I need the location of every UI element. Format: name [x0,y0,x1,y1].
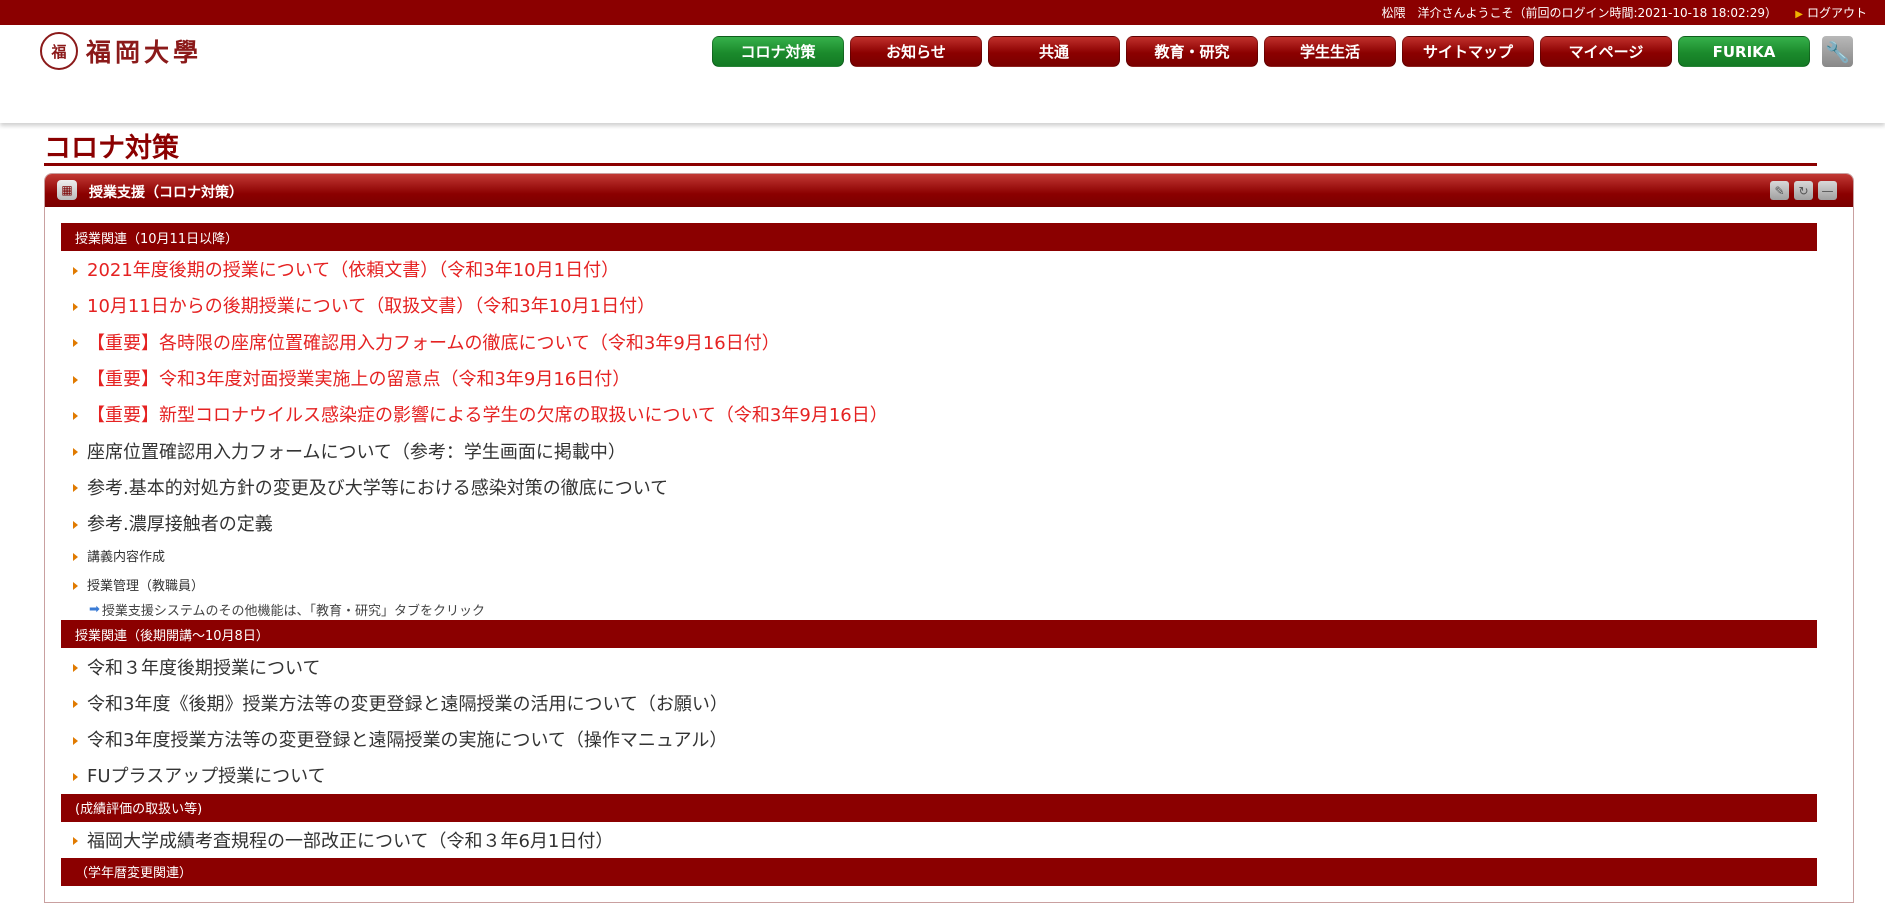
main-nav: コロナ対策 お知らせ 共通 教育・研究 学生生活 サイトマップ マイページ FU… [712,36,1816,67]
link[interactable]: 座席位置確認用入力フォームについて（参考：学生画面に掲載中） [87,438,626,464]
bullet-arrow-icon [73,772,78,781]
list-item: 2021年度後期の授業について（依頼文書）（令和3年10月1日付） [61,251,1817,287]
bullet-arrow-icon [73,302,78,311]
top-bar: 松隈 洋介さんようこそ（前回のログイン時間:2021-10-18 18:02:2… [0,0,1885,25]
university-logo[interactable]: 福 福岡大學 [40,31,202,71]
header: 福 福岡大學 コロナ対策 お知らせ 共通 教育・研究 学生生活 サイトマップ マ… [0,25,1885,123]
link[interactable]: 【重要】新型コロナウイルス感染症の影響による学生の欠席の取扱いについて（令和3年… [87,401,888,427]
welcome-message: 松隈 洋介さんようこそ（前回のログイン時間:2021-10-18 18:02:2… [1381,6,1778,20]
list-item: 令和3年度《後期》授業方法等の変更登録と遠隔授業の活用について（お願い） [61,685,1817,721]
section-header: 授業関連（10月11日以降） [61,223,1817,251]
nav-corona[interactable]: コロナ対策 [712,36,844,67]
minimize-icon[interactable]: — [1818,181,1837,200]
nav-news[interactable]: お知らせ [850,36,982,67]
list-item: 【重要】新型コロナウイルス感染症の影響による学生の欠席の取扱いについて（令和3年… [61,396,1817,432]
bullet-arrow-icon [73,553,78,562]
logo-name: 福岡大學 [86,38,203,67]
bullet-arrow-icon [73,736,78,745]
wrench-icon[interactable]: ✎ [1770,181,1789,200]
list-item: 参考.基本的対処方針の変更及び大学等における感染対策の徹底について [61,469,1817,505]
bullet-arrow-icon [73,448,78,457]
link[interactable]: FUプラスアップ授業について [87,762,326,788]
bullet-arrow-icon [73,375,78,384]
section-header: (成績評価の取扱い等) [61,793,1817,822]
link[interactable]: 参考.基本的対処方針の変更及び大学等における感染対策の徹底について [87,474,668,500]
bullet-arrow-icon [73,664,78,673]
bullet-arrow-icon [73,339,78,348]
link[interactable]: 令和３年度後期授業について [87,654,320,680]
wrench-icon[interactable]: 🔧 [1822,36,1853,67]
page-title: コロナ対策 [44,133,179,164]
link[interactable]: 令和3年度《後期》授業方法等の変更登録と遠隔授業の活用について（お願い） [87,690,728,716]
list-item: 【重要】令和3年度対面授業実施上の留意点（令和3年9月16日付） [61,360,1817,396]
list-item: FUプラスアップ授業について [61,757,1817,793]
seal-icon: 福 [40,32,78,70]
section-header: （学年暦変更関連） [61,857,1817,886]
link[interactable]: 2021年度後期の授業について（依頼文書）（令和3年10月1日付） [87,256,619,282]
nav-furika[interactable]: FURIKA [1678,36,1810,67]
arrow-right-icon: ➡ [89,602,100,618]
bullet-arrow-icon [73,700,78,709]
title-divider [44,163,1817,166]
nav-sitemap[interactable]: サイトマップ [1402,36,1534,67]
note-text: ➡ 授業支援システムのその他機能は、「教育・研究」タブをクリック [61,599,1817,620]
link[interactable]: 福岡大学成績考査規程の一部改正について（令和３年6月1日付） [87,827,613,853]
link[interactable]: 【重要】令和3年度対面授業実施上の留意点（令和3年9月16日付） [87,365,630,391]
list-item: 座席位置確認用入力フォームについて（参考：学生画面に掲載中） [61,432,1817,468]
link[interactable]: 参考.濃厚接触者の定義 [87,510,273,536]
portlet-title: 授業支援（コロナ対策） [89,185,243,201]
portlet-tools: ✎ ↻ — [1765,181,1837,200]
portlet-panel: ▦ 授業支援（コロナ対策） ✎ ↻ — 授業関連（10月11日以降） 2021年… [44,173,1854,903]
list-item: 参考.濃厚接触者の定義 [61,505,1817,541]
bullet-arrow-icon [73,582,78,591]
section-header: 授業関連（後期開講～10月8日） [61,620,1817,649]
bullet-arrow-icon [73,411,78,420]
list-item: 【重要】各時限の座席位置確認用入力フォームの徹底について（令和3年9月16日付） [61,324,1817,360]
link[interactable]: 授業管理（教職員） [87,575,204,594]
link[interactable]: 【重要】各時限の座席位置確認用入力フォームの徹底について（令和3年9月16日付） [87,329,780,355]
bullet-arrow-icon [73,837,78,846]
refresh-icon[interactable]: ↻ [1794,181,1813,200]
link[interactable]: 講義内容作成 [87,546,165,565]
nav-mypage[interactable]: マイページ [1540,36,1672,67]
portlet-content: 授業関連（10月11日以降） 2021年度後期の授業について（依頼文書）（令和3… [61,223,1817,886]
logout-link[interactable]: ▶ ログアウト [1795,4,1867,21]
list-item: 令和3年度授業方法等の変更登録と遠隔授業の実施について（操作マニュアル） [61,721,1817,757]
portlet-header: ▦ 授業支援（コロナ対策） ✎ ↻ — [45,174,1853,207]
list-item: 福岡大学成績考査規程の一部改正について（令和３年6月1日付） [61,822,1817,858]
list-item: 10月11日からの後期授業について（取扱文書）（令和3年10月1日付） [61,287,1817,323]
list-item: 令和３年度後期授業について [61,648,1817,684]
nav-common[interactable]: 共通 [988,36,1120,67]
link[interactable]: 令和3年度授業方法等の変更登録と遠隔授業の実施について（操作マニュアル） [87,726,727,752]
nav-student-life[interactable]: 学生生活 [1264,36,1396,67]
bullet-arrow-icon [73,520,78,529]
portlet-icon: ▦ [57,180,77,200]
bullet-arrow-icon [73,484,78,493]
link[interactable]: 10月11日からの後期授業について（取扱文書）（令和3年10月1日付） [87,292,655,318]
list-item: 講義内容作成 [61,541,1817,570]
nav-education-research[interactable]: 教育・研究 [1126,36,1258,67]
triangle-icon: ▶ [1795,9,1803,20]
list-item: 授業管理（教職員） [61,570,1817,599]
logout-label: ログアウト [1806,6,1867,20]
bullet-arrow-icon [73,266,78,275]
note-label: 授業支援システムのその他機能は、「教育・研究」タブをクリック [101,604,486,620]
